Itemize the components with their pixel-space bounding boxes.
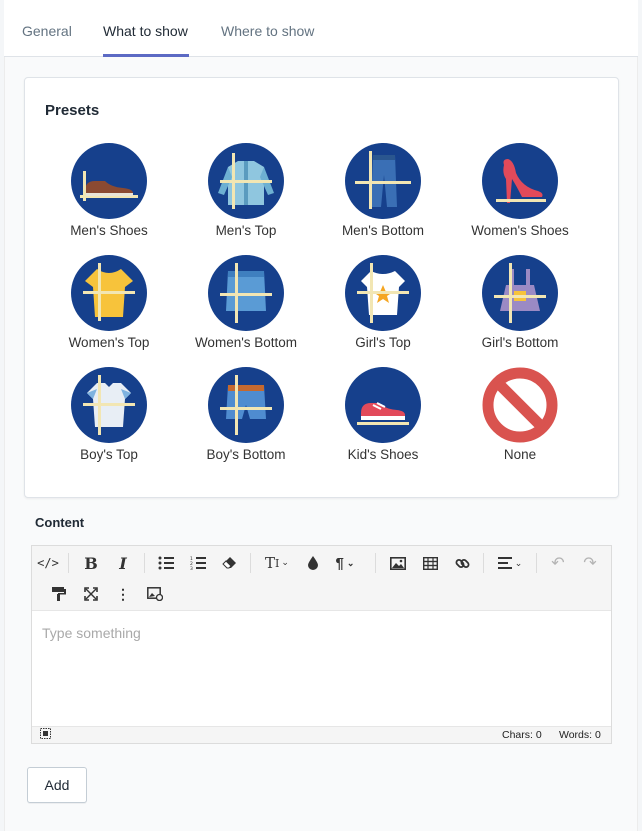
- tab-where-to-show[interactable]: Where to show: [221, 0, 314, 57]
- numbered-list-icon[interactable]: 123: [185, 550, 211, 576]
- fullscreen-icon[interactable]: [78, 581, 104, 607]
- mens-shoes-icon: [71, 143, 147, 219]
- editor-content-area[interactable]: Type something: [32, 611, 611, 726]
- tab-what-to-show[interactable]: What to show: [103, 0, 189, 57]
- womens-bottom-icon: [208, 255, 284, 331]
- text-color-icon[interactable]: [300, 550, 326, 576]
- align-icon[interactable]: ⌄: [493, 550, 527, 576]
- preset-boys-top[interactable]: Boy's Top: [44, 367, 174, 462]
- rich-text-editor: </> B I 123 T I ⌄ ¶ ⌄ ⌄ ↶ ↷ ⋮ Type somet…: [31, 545, 612, 744]
- preset-label: Boy's Top: [80, 447, 138, 462]
- bulleted-list-icon[interactable]: [153, 550, 179, 576]
- presets-title: Presets: [45, 102, 100, 119]
- preset-label: Women's Bottom: [194, 335, 298, 350]
- mens-bottom-icon: [345, 143, 421, 219]
- insert-table-icon[interactable]: [417, 550, 443, 576]
- eraser-icon[interactable]: [217, 550, 243, 576]
- insert-image-icon[interactable]: [385, 550, 411, 576]
- presets-card: Presets Men's Shoes Men's Top Men's Bott…: [24, 77, 619, 498]
- preset-girls-top[interactable]: Girl's Top: [318, 255, 448, 350]
- preset-womens-bottom[interactable]: Women's Bottom: [181, 255, 311, 350]
- preset-label: Men's Shoes: [70, 223, 148, 238]
- preset-girls-bottom[interactable]: Girl's Bottom: [455, 255, 585, 350]
- kids-shoes-icon: [345, 367, 421, 443]
- image-manager-icon[interactable]: [142, 581, 168, 607]
- preset-boys-bottom[interactable]: Boy's Bottom: [181, 367, 311, 462]
- preset-mens-top[interactable]: Men's Top: [181, 143, 311, 238]
- toolbar-divider: [536, 553, 537, 573]
- content-label: Content: [35, 515, 85, 530]
- preset-label: Girl's Top: [355, 335, 411, 350]
- insert-link-icon[interactable]: [449, 550, 475, 576]
- tab-general[interactable]: General: [22, 0, 72, 57]
- svg-text:3: 3: [190, 566, 193, 570]
- preset-none[interactable]: None: [455, 367, 585, 462]
- girls-top-icon: [345, 255, 421, 331]
- add-button[interactable]: Add: [27, 767, 87, 803]
- toolbar-divider: [68, 553, 69, 573]
- mens-top-icon: [208, 143, 284, 219]
- girls-bottom-icon: [482, 255, 558, 331]
- preset-label: Women's Shoes: [471, 223, 569, 238]
- more-options-icon[interactable]: ⋮: [110, 581, 136, 607]
- code-view-icon[interactable]: </>: [35, 550, 61, 576]
- preset-womens-shoes[interactable]: Women's Shoes: [455, 143, 585, 238]
- preset-womens-top[interactable]: Women's Top: [44, 255, 174, 350]
- preset-mens-shoes[interactable]: Men's Shoes: [44, 143, 174, 238]
- bold-icon[interactable]: B: [78, 550, 104, 576]
- paragraph-format-icon[interactable]: ¶ ⌄: [328, 550, 362, 576]
- preset-label: Girl's Bottom: [481, 335, 559, 350]
- undo-icon[interactable]: ↶: [545, 550, 571, 576]
- toolbar-divider: [144, 553, 145, 573]
- preset-label: Men's Bottom: [341, 223, 425, 238]
- words-count: Words: 0: [559, 729, 601, 741]
- preset-mens-bottom[interactable]: Men's Bottom: [318, 143, 448, 238]
- preset-label: Men's Top: [215, 223, 277, 238]
- redo-icon[interactable]: ↷: [577, 550, 603, 576]
- editor-statusbar: Chars: 0 Words: 0: [32, 726, 611, 743]
- prohibited-icon: [482, 367, 558, 443]
- preset-kids-shoes[interactable]: Kid's Shoes: [318, 367, 448, 462]
- toolbar-divider: [375, 553, 376, 573]
- editor-toolbar: </> B I 123 T I ⌄ ¶ ⌄ ⌄ ↶ ↷ ⋮: [32, 546, 611, 611]
- boys-top-icon: [71, 367, 147, 443]
- womens-shoes-icon: [482, 143, 558, 219]
- preset-label: Women's Top: [68, 335, 150, 350]
- preset-label: None: [503, 447, 537, 462]
- font-size-icon[interactable]: T I ⌄: [260, 550, 294, 576]
- preset-label: Boy's Bottom: [206, 447, 286, 462]
- toolbar-divider: [483, 553, 484, 573]
- select-all-icon[interactable]: [40, 728, 51, 742]
- womens-top-icon: [71, 255, 147, 331]
- chars-count: Chars: 0: [502, 729, 542, 741]
- toolbar-divider: [250, 553, 251, 573]
- preset-label: Kid's Shoes: [347, 447, 419, 462]
- boys-bottom-icon: [208, 367, 284, 443]
- format-painter-icon[interactable]: [46, 581, 72, 607]
- tab-bar: General What to show Where to show: [4, 0, 638, 57]
- italic-icon[interactable]: I: [110, 550, 136, 576]
